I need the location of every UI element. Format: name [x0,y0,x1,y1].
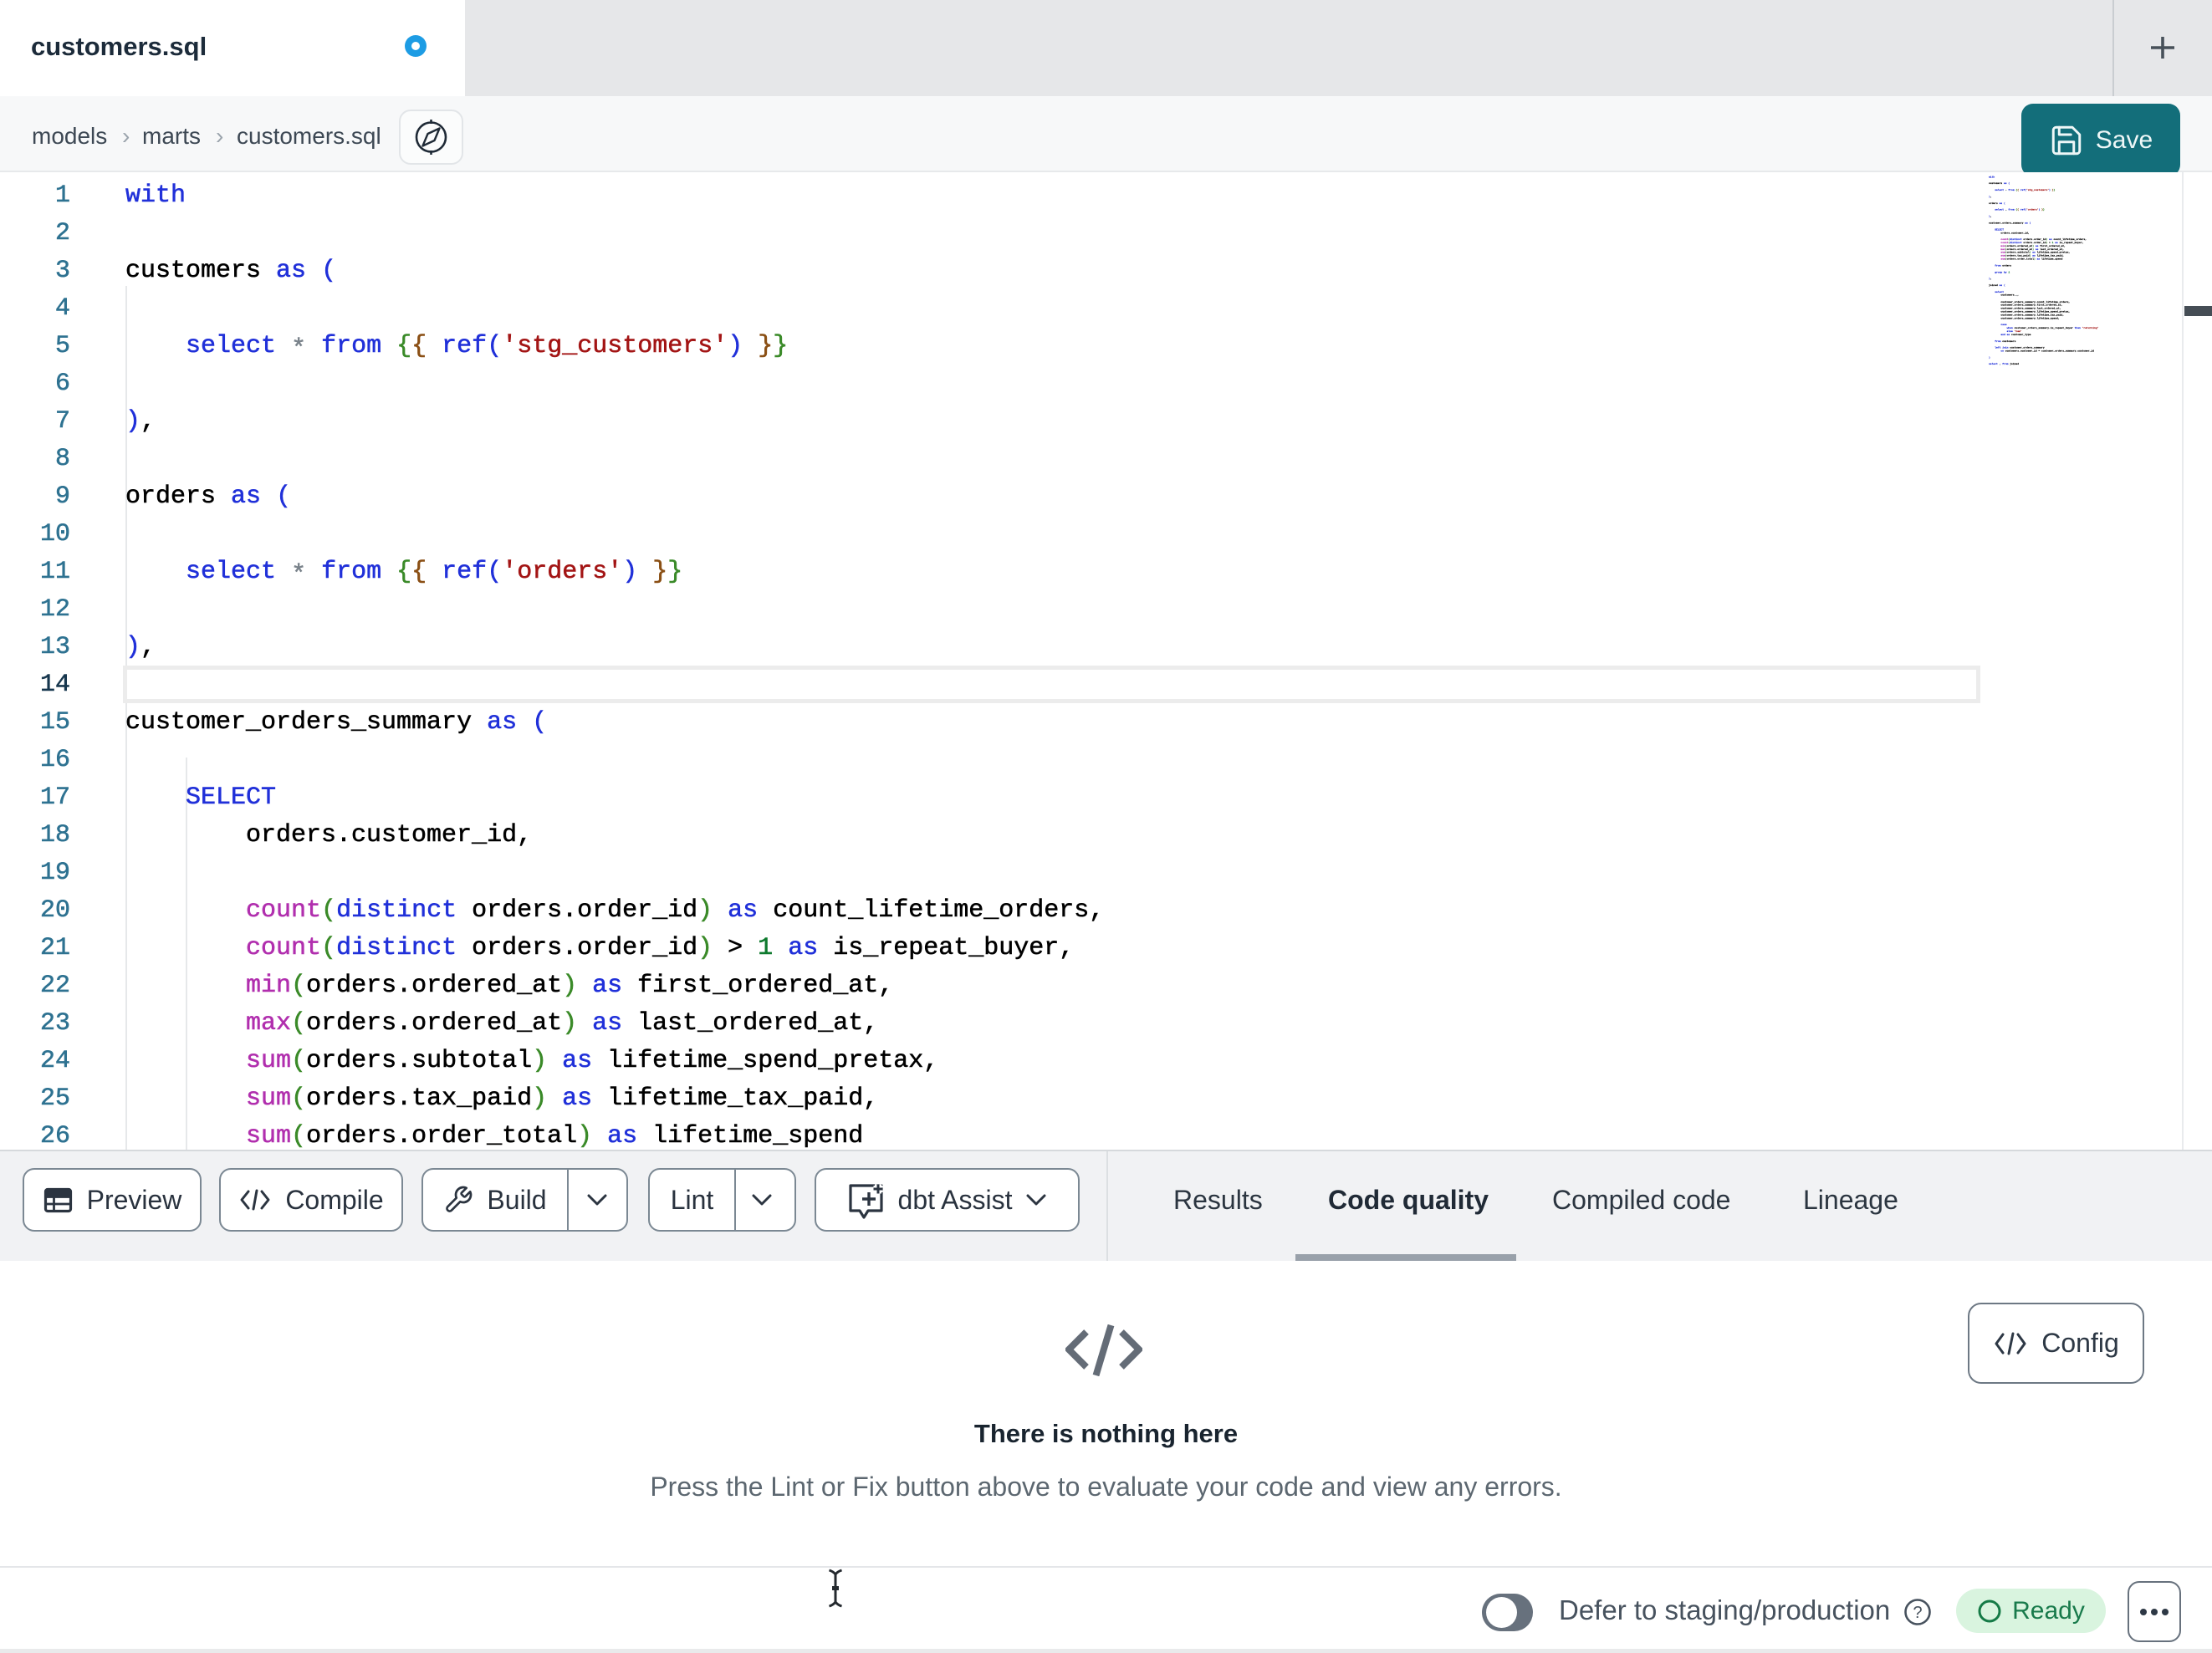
svg-text:?: ? [1913,1604,1922,1622]
